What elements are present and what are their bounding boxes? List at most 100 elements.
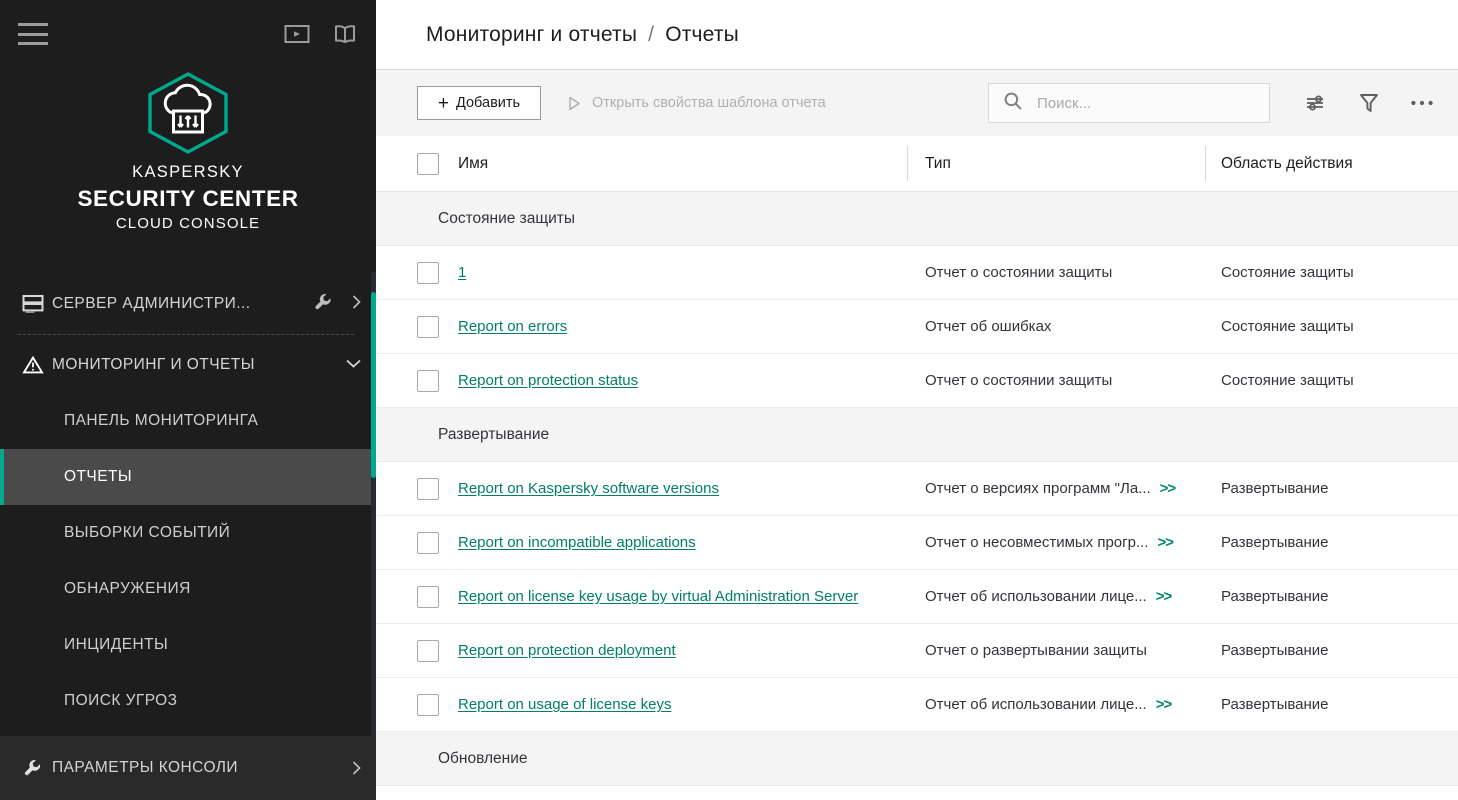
expand-text-icon[interactable]: >> (1157, 534, 1173, 551)
table-group-label: Состояние защиты (438, 210, 575, 228)
column-label[interactable]: Тип (925, 155, 951, 172)
table-header: Имя Тип Область действия (376, 136, 1458, 192)
filter-funnel-icon[interactable] (1358, 91, 1380, 115)
table-cell-scope: Состояние защиты (1205, 372, 1458, 389)
table-row[interactable]: Report on usage of license keysОтчет об … (376, 678, 1458, 732)
wrench-icon[interactable] (313, 292, 333, 317)
video-tutorial-icon[interactable] (284, 23, 310, 45)
sidebar-item-label: СЕРВЕР АДМИНИСТРИ... (52, 295, 250, 313)
table-cell-scope: Состояние защиты (1205, 318, 1458, 335)
table-row[interactable]: Report on incompatible applicationsОтчет… (376, 516, 1458, 570)
table-header-name: Имя (376, 153, 907, 175)
table-group-label: Обновление (438, 750, 528, 768)
row-checkbox[interactable] (417, 262, 439, 284)
table-row[interactable]: Report on protection status Отчет о состо… (376, 354, 1458, 408)
row-checkbox[interactable] (417, 370, 439, 392)
table-group-row: Развертывание (376, 408, 1458, 462)
table-cell-name: Report on errors (376, 316, 907, 338)
open-report-template-properties-button[interactable]: Открыть свойства шаблона отчета (567, 95, 826, 112)
sidebar-item-dashboard[interactable]: ПАНЕЛЬ МОНИТОРИНГА (0, 393, 376, 449)
chevron-right-icon[interactable] (351, 294, 362, 315)
table-row[interactable]: Report on license key usage by virtual A… (376, 570, 1458, 624)
add-button-label: Добавить (456, 95, 520, 111)
table-cell-type: Отчет о версиях программ "Ла... >> (907, 480, 1205, 497)
chevron-right-icon[interactable] (351, 760, 362, 776)
breadcrumb-parent[interactable]: Мониторинг и отчеты (426, 23, 637, 47)
more-options-icon[interactable] (1410, 99, 1434, 107)
report-name-link[interactable]: Report on protection deployment (458, 642, 676, 659)
table-cell-scope: Развертывание (1205, 642, 1458, 659)
column-label[interactable]: Имя (458, 155, 488, 173)
expand-text-icon[interactable]: >> (1156, 588, 1172, 605)
sidebar-item-monitoring-and-reports[interactable]: МОНИТОРИНГ И ОТЧЕТЫ (0, 337, 376, 393)
brand-name: KASPERSKY (0, 163, 376, 182)
report-name-link[interactable]: Report on incompatible applications (458, 534, 696, 551)
sidebar-item-threat-hunting[interactable]: ПОИСК УГРОЗ (0, 673, 376, 729)
documentation-book-icon[interactable] (332, 23, 358, 45)
wrench-icon (22, 758, 52, 778)
sidebar-item-label: ОТЧЕТЫ (64, 468, 132, 486)
table-cell-scope: Развертывание (1205, 534, 1458, 551)
row-checkbox[interactable] (417, 694, 439, 716)
report-name-link[interactable]: Report on protection status (458, 372, 638, 389)
hamburger-icon[interactable] (18, 23, 48, 45)
column-label[interactable]: Область действия (1221, 155, 1353, 172)
table-row[interactable]: Report on Kaspersky software versions Отч… (376, 462, 1458, 516)
report-name-link[interactable]: Report on Kaspersky software versions (458, 480, 719, 497)
brand-subtitle: CLOUD CONSOLE (0, 215, 376, 232)
report-name-link[interactable]: Report on usage of license keys (458, 696, 671, 713)
table-row[interactable]: 1Отчет о состоянии защитыСостояние защит… (376, 246, 1458, 300)
add-button[interactable]: + Добавить (417, 86, 541, 120)
sidebar-item-label: ПОИСК УГРОЗ (64, 692, 177, 710)
table-header-scope: Область действия (1205, 155, 1458, 173)
table-cell-name: Report on protection status (376, 370, 907, 392)
sidebar-item-actions (345, 356, 362, 374)
search-container (988, 83, 1270, 123)
report-name-link[interactable]: Report on license key usage by virtual A… (458, 588, 858, 605)
table-row[interactable]: Report on protection deploymentОтчет о р… (376, 624, 1458, 678)
sidebar-item-reports[interactable]: ОТЧЕТЫ (0, 449, 376, 505)
row-checkbox[interactable] (417, 316, 439, 338)
row-checkbox[interactable] (417, 478, 439, 500)
sidebar-scrollbar-thumb[interactable] (371, 292, 376, 478)
row-checkbox[interactable] (417, 532, 439, 554)
sidebar-item-event-selections[interactable]: ВЫБОРКИ СОБЫТИЙ (0, 505, 376, 561)
sidebar-item-detections[interactable]: ОБНАРУЖЕНИЯ (0, 561, 376, 617)
report-type-text: Отчет об использовании лице... (925, 588, 1147, 605)
table-cell-name: Report on usage of license keys (376, 694, 907, 716)
sidebar-item-label: МОНИТОРИНГ И ОТЧЕТЫ (52, 356, 255, 374)
table-cell-scope: Развертывание (1205, 588, 1458, 605)
kaspersky-cloud-hexagon-logo (0, 70, 376, 156)
column-divider (907, 146, 908, 181)
sidebar-item-console-settings[interactable]: ПАРАМЕТРЫ КОНСОЛИ (0, 736, 376, 800)
column-settings-icon[interactable] (1304, 92, 1328, 114)
select-all-checkbox[interactable] (417, 153, 439, 175)
sidebar-nav: СЕРВЕР АДМИНИСТРИ... МОНИТОРИНГ И ОТЧЕТЫ (0, 276, 376, 800)
breadcrumb-separator: / (648, 23, 654, 47)
table-cell-name: Report on incompatible applications (376, 532, 907, 554)
sidebar-item-label: ПАРАМЕТРЫ КОНСОЛИ (52, 759, 238, 777)
report-type-text: Отчет о версиях программ "Ла... (925, 480, 1151, 497)
sidebar-item-label: ПАНЕЛЬ МОНИТОРИНГА (64, 412, 258, 430)
table-row[interactable]: Report on errorsОтчет об ошибкахСостояни… (376, 300, 1458, 354)
server-icon (22, 294, 52, 314)
table-cell-name: Report on protection deployment (376, 640, 907, 662)
expand-text-icon[interactable]: >> (1160, 480, 1176, 497)
report-name-link[interactable]: 1 (458, 264, 466, 281)
table-header-type: Тип (907, 155, 1205, 173)
brand-block: KASPERSKY SECURITY CENTER CLOUD CONSOLE (0, 68, 376, 232)
sidebar-topbar (0, 0, 376, 68)
report-name-link[interactable]: Report on errors (458, 318, 567, 335)
table-cell-scope: Развертывание (1205, 696, 1458, 713)
row-checkbox[interactable] (417, 640, 439, 662)
search-box[interactable] (988, 83, 1270, 123)
expand-text-icon[interactable]: >> (1156, 696, 1172, 713)
sidebar-item-incidents[interactable]: ИНЦИДЕНТЫ (0, 617, 376, 673)
row-checkbox[interactable] (417, 586, 439, 608)
search-input[interactable] (1037, 95, 1237, 112)
chevron-down-icon[interactable] (345, 356, 362, 374)
sidebar-item-actions (313, 292, 362, 317)
table-cell-type: Отчет о состоянии защиты (907, 372, 1205, 389)
sidebar-item-administration-server[interactable]: СЕРВЕР АДМИНИСТРИ... (0, 276, 376, 332)
report-type-text: Отчет о состоянии защиты (925, 264, 1112, 281)
